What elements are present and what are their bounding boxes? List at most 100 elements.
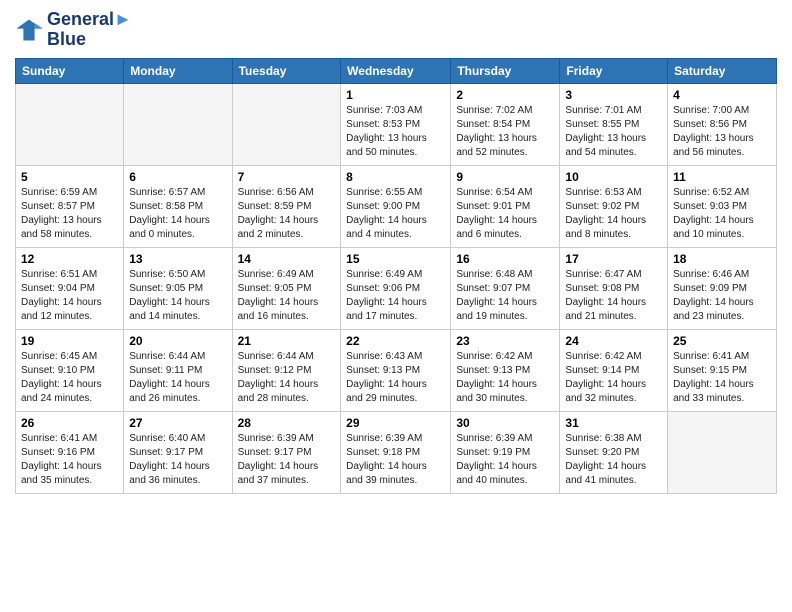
day-number: 14	[238, 252, 336, 266]
day-number: 20	[129, 334, 226, 348]
weekday-header-saturday: Saturday	[668, 58, 777, 83]
day-number: 17	[565, 252, 662, 266]
day-number: 5	[21, 170, 118, 184]
day-info: Sunrise: 7:02 AMSunset: 8:54 PMDaylight:…	[456, 104, 554, 160]
day-info: Sunrise: 7:00 AMSunset: 8:56 PMDaylight:…	[673, 104, 771, 160]
calendar-cell: 3Sunrise: 7:01 AMSunset: 8:55 PMDaylight…	[560, 83, 668, 165]
day-info: Sunrise: 6:54 AMSunset: 9:01 PMDaylight:…	[456, 186, 554, 242]
calendar-cell: 13 Sunrise: 6:50 AMSunset: 9:05 PMDayligh…	[124, 247, 232, 329]
day-info: Sunrise: 6:49 AMSunset: 9:06 PMDaylight:…	[346, 268, 445, 324]
day-info: Sunrise: 7:03 AMSunset: 8:53 PMDaylight:…	[346, 104, 445, 160]
calendar-cell: 12 Sunrise: 6:51 AMSunset: 9:04 PMDayligh…	[16, 247, 124, 329]
day-info: Sunrise: 6:48 AMSunset: 9:07 PMDaylight:…	[456, 268, 554, 324]
calendar-cell: 30 Sunrise: 6:39 AMSunset: 9:19 PMDayligh…	[451, 411, 560, 493]
week-row-3: 12 Sunrise: 6:51 AMSunset: 9:04 PMDayligh…	[16, 247, 777, 329]
calendar-cell: 15 Sunrise: 6:49 AMSunset: 9:06 PMDayligh…	[341, 247, 451, 329]
calendar-cell: 19 Sunrise: 6:45 AMSunset: 9:10 PMDayligh…	[16, 329, 124, 411]
day-number: 15	[346, 252, 445, 266]
calendar-cell	[668, 411, 777, 493]
day-info: Sunrise: 6:39 AMSunset: 9:19 PMDaylight:…	[456, 432, 554, 488]
day-info: Sunrise: 6:49 AMSunset: 9:05 PMDaylight:…	[238, 268, 336, 324]
day-info: Sunrise: 6:41 AMSunset: 9:16 PMDaylight:…	[21, 432, 118, 488]
day-info: Sunrise: 6:41 AMSunset: 9:15 PMDaylight:…	[673, 350, 771, 406]
day-number: 12	[21, 252, 118, 266]
day-info: Sunrise: 6:38 AMSunset: 9:20 PMDaylight:…	[565, 432, 662, 488]
day-number: 6	[129, 170, 226, 184]
day-info: Sunrise: 6:50 AMSunset: 9:05 PMDaylight:…	[129, 268, 226, 324]
day-info: Sunrise: 6:42 AMSunset: 9:13 PMDaylight:…	[456, 350, 554, 406]
calendar-cell: 4 Sunrise: 7:00 AMSunset: 8:56 PMDaylight…	[668, 83, 777, 165]
logo-icon	[15, 16, 43, 44]
weekday-header-sunday: Sunday	[16, 58, 124, 83]
day-info: Sunrise: 6:46 AMSunset: 9:09 PMDaylight:…	[673, 268, 771, 324]
calendar-cell: 10Sunrise: 6:53 AMSunset: 9:02 PMDayligh…	[560, 165, 668, 247]
calendar-cell: 27 Sunrise: 6:40 AMSunset: 9:17 PMDayligh…	[124, 411, 232, 493]
calendar-cell	[16, 83, 124, 165]
day-number: 30	[456, 416, 554, 430]
calendar-cell: 25 Sunrise: 6:41 AMSunset: 9:15 PMDayligh…	[668, 329, 777, 411]
logo: General► Blue	[15, 10, 132, 50]
day-number: 28	[238, 416, 336, 430]
calendar-cell: 18 Sunrise: 6:46 AMSunset: 9:09 PMDayligh…	[668, 247, 777, 329]
day-info: Sunrise: 6:47 AMSunset: 9:08 PMDaylight:…	[565, 268, 662, 324]
day-number: 29	[346, 416, 445, 430]
day-number: 24	[565, 334, 662, 348]
weekday-header-tuesday: Tuesday	[232, 58, 341, 83]
day-number: 22	[346, 334, 445, 348]
day-number: 10	[565, 170, 662, 184]
day-number: 8	[346, 170, 445, 184]
day-number: 31	[565, 416, 662, 430]
calendar-cell: 17 Sunrise: 6:47 AMSunset: 9:08 PMDayligh…	[560, 247, 668, 329]
calendar-cell: 14 Sunrise: 6:49 AMSunset: 9:05 PMDayligh…	[232, 247, 341, 329]
day-info: Sunrise: 6:57 AMSunset: 8:58 PMDaylight:…	[129, 186, 226, 242]
calendar-cell: 11Sunrise: 6:52 AMSunset: 9:03 PMDayligh…	[668, 165, 777, 247]
day-info: Sunrise: 6:44 AMSunset: 9:11 PMDaylight:…	[129, 350, 226, 406]
calendar-cell	[232, 83, 341, 165]
day-number: 4	[673, 88, 771, 102]
weekday-header-friday: Friday	[560, 58, 668, 83]
calendar-cell: 22 Sunrise: 6:43 AMSunset: 9:13 PMDayligh…	[341, 329, 451, 411]
day-number: 2	[456, 88, 554, 102]
calendar-cell: 24Sunrise: 6:42 AMSunset: 9:14 PMDayligh…	[560, 329, 668, 411]
day-info: Sunrise: 6:44 AMSunset: 9:12 PMDaylight:…	[238, 350, 336, 406]
day-info: Sunrise: 6:39 AMSunset: 9:17 PMDaylight:…	[238, 432, 336, 488]
day-number: 16	[456, 252, 554, 266]
calendar-cell: 7 Sunrise: 6:56 AMSunset: 8:59 PMDaylight…	[232, 165, 341, 247]
day-info: Sunrise: 6:43 AMSunset: 9:13 PMDaylight:…	[346, 350, 445, 406]
day-number: 18	[673, 252, 771, 266]
calendar-cell: 9 Sunrise: 6:54 AMSunset: 9:01 PMDaylight…	[451, 165, 560, 247]
day-number: 19	[21, 334, 118, 348]
day-number: 7	[238, 170, 336, 184]
day-number: 27	[129, 416, 226, 430]
day-number: 26	[21, 416, 118, 430]
calendar-cell: 16 Sunrise: 6:48 AMSunset: 9:07 PMDayligh…	[451, 247, 560, 329]
day-info: Sunrise: 6:40 AMSunset: 9:17 PMDaylight:…	[129, 432, 226, 488]
logo-text: General► Blue	[47, 10, 132, 50]
calendar-cell	[124, 83, 232, 165]
weekday-header-monday: Monday	[124, 58, 232, 83]
day-info: Sunrise: 6:52 AMSunset: 9:03 PMDaylight:…	[673, 186, 771, 242]
day-info: Sunrise: 6:55 AMSunset: 9:00 PMDaylight:…	[346, 186, 445, 242]
calendar-cell: 23 Sunrise: 6:42 AMSunset: 9:13 PMDayligh…	[451, 329, 560, 411]
calendar-cell: 6 Sunrise: 6:57 AMSunset: 8:58 PMDaylight…	[124, 165, 232, 247]
calendar-cell: 20 Sunrise: 6:44 AMSunset: 9:11 PMDayligh…	[124, 329, 232, 411]
day-info: Sunrise: 6:39 AMSunset: 9:18 PMDaylight:…	[346, 432, 445, 488]
calendar-cell: 31 Sunrise: 6:38 AMSunset: 9:20 PMDayligh…	[560, 411, 668, 493]
day-info: Sunrise: 6:56 AMSunset: 8:59 PMDaylight:…	[238, 186, 336, 242]
weekday-header-wednesday: Wednesday	[341, 58, 451, 83]
day-number: 21	[238, 334, 336, 348]
day-number: 25	[673, 334, 771, 348]
week-row-4: 19 Sunrise: 6:45 AMSunset: 9:10 PMDayligh…	[16, 329, 777, 411]
day-info: Sunrise: 6:51 AMSunset: 9:04 PMDaylight:…	[21, 268, 118, 324]
calendar-cell: 8 Sunrise: 6:55 AMSunset: 9:00 PMDaylight…	[341, 165, 451, 247]
calendar-cell: 2 Sunrise: 7:02 AMSunset: 8:54 PMDaylight…	[451, 83, 560, 165]
calendar-cell: 1Sunrise: 7:03 AMSunset: 8:53 PMDaylight…	[341, 83, 451, 165]
day-number: 23	[456, 334, 554, 348]
day-number: 13	[129, 252, 226, 266]
week-row-1: 1Sunrise: 7:03 AMSunset: 8:53 PMDaylight…	[16, 83, 777, 165]
day-number: 9	[456, 170, 554, 184]
calendar-table: SundayMondayTuesdayWednesdayThursdayFrid…	[15, 58, 777, 494]
calendar-cell: 29 Sunrise: 6:39 AMSunset: 9:18 PMDayligh…	[341, 411, 451, 493]
calendar-cell: 26 Sunrise: 6:41 AMSunset: 9:16 PMDayligh…	[16, 411, 124, 493]
day-info: Sunrise: 6:45 AMSunset: 9:10 PMDaylight:…	[21, 350, 118, 406]
